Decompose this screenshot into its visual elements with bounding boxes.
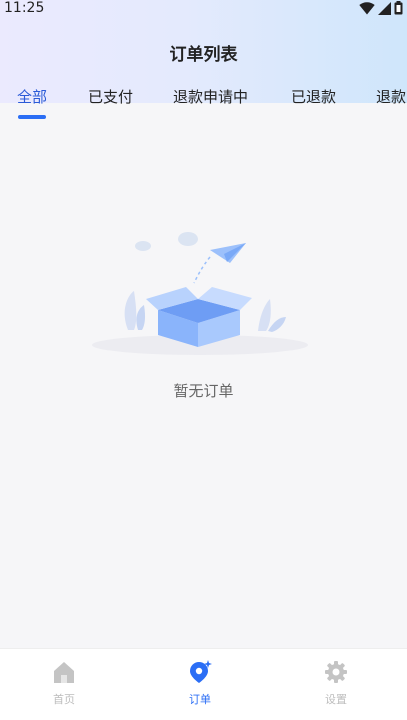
nav-label-home: 首页 — [53, 693, 75, 706]
nav-item-settings[interactable]: 设置 — [296, 659, 376, 707]
signal-icon — [378, 1, 391, 15]
nav-label-settings: 设置 — [325, 693, 347, 706]
tab-refunded[interactable]: 已退款 — [291, 86, 336, 107]
wifi-icon — [359, 1, 375, 14]
empty-state-message: 暂无订单 — [173, 382, 234, 400]
nav-label-orders: 订单 — [189, 693, 211, 706]
tab-bar: 全部 已支付 退款申请中 已退款 退款 — [0, 86, 407, 122]
nav-item-home[interactable]: 首页 — [24, 659, 104, 707]
page-title: 订单列表 — [169, 45, 238, 65]
gear-icon — [325, 661, 347, 683]
nav-item-orders[interactable]: 订单 — [160, 659, 240, 707]
tab-all[interactable]: 全部 — [17, 86, 47, 107]
tab-refund[interactable]: 退款 — [376, 86, 406, 107]
bottom-nav: 首页 订单 设置 — [0, 648, 407, 720]
active-tab-indicator — [18, 115, 46, 119]
status-bar: 11:25 — [0, 0, 407, 18]
tab-paid[interactable]: 已支付 — [88, 86, 133, 107]
status-icons — [359, 1, 403, 15]
status-time: 11:25 — [4, 0, 45, 16]
battery-icon — [394, 1, 403, 15]
tab-refund-pending[interactable]: 退款申请中 — [173, 86, 248, 107]
empty-box-illustration — [92, 232, 308, 355]
order-icon — [190, 660, 212, 683]
home-icon — [54, 662, 74, 683]
